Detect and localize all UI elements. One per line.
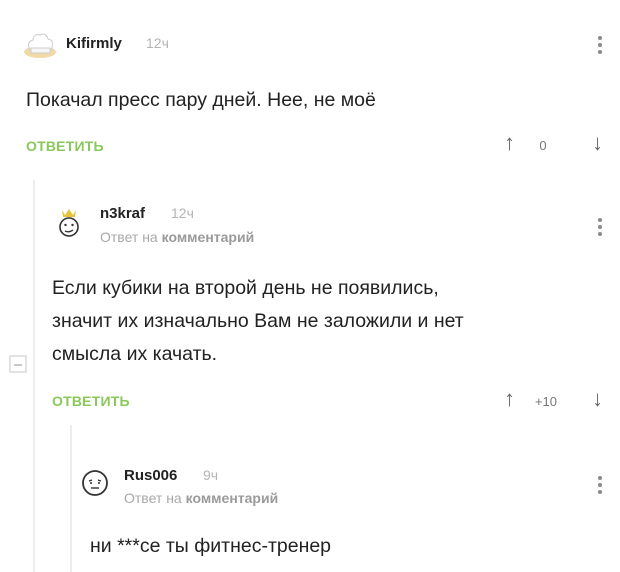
downvote-arrow-icon[interactable]: ↓ bbox=[592, 388, 603, 410]
comment-text: Покачал пресс пару дней. Нее, не моё bbox=[26, 89, 376, 111]
thread-line-nested bbox=[70, 425, 72, 572]
comment-username[interactable]: Kifirmly bbox=[66, 35, 122, 52]
reply-to-prefix: Ответ на bbox=[100, 229, 158, 245]
comment-username[interactable]: Rus006 bbox=[124, 467, 177, 484]
comment-text-line: смысла их качать. bbox=[52, 343, 218, 365]
reply-to-prefix: Ответ на bbox=[124, 490, 182, 506]
upvote-arrow-icon[interactable]: ↑ bbox=[504, 388, 515, 410]
reply-button[interactable]: ОТВЕТИТЬ bbox=[26, 138, 104, 154]
comment-username[interactable]: n3kraf bbox=[100, 205, 145, 222]
collapse-thread-button[interactable] bbox=[9, 355, 27, 373]
cartoon-face-icon bbox=[59, 209, 79, 237]
comment-time: 9ч bbox=[203, 467, 219, 483]
comment-time: 12ч bbox=[146, 35, 169, 51]
reply-to-link[interactable]: комментарий bbox=[162, 229, 255, 245]
reply-to-line: Ответ на комментарий bbox=[124, 490, 278, 506]
comment-time: 12ч bbox=[171, 205, 194, 221]
comment-text: ни ***се ты фитнес-тренер bbox=[90, 535, 332, 557]
reply-to-line: Ответ на комментарий bbox=[100, 229, 254, 245]
thread-line bbox=[33, 180, 35, 572]
upvote-arrow-icon[interactable]: ↑ bbox=[504, 132, 515, 154]
comment-rating: +10 bbox=[534, 394, 558, 409]
comment-menu-button[interactable] bbox=[598, 476, 602, 494]
chef-hat-icon bbox=[24, 33, 56, 58]
comment-menu-button[interactable] bbox=[598, 218, 602, 236]
downvote-arrow-icon[interactable]: ↓ bbox=[592, 132, 603, 154]
smiley-face-icon bbox=[82, 470, 108, 496]
comment-text: Если кубики на второй день не появились,… bbox=[52, 272, 464, 371]
comment-text-line: значит их изначально Вам не заложили и н… bbox=[52, 310, 464, 332]
reply-to-link[interactable]: комментарий bbox=[186, 490, 279, 506]
comment-text-line: Если кубики на второй день не появились, bbox=[52, 277, 439, 299]
reply-button[interactable]: ОТВЕТИТЬ bbox=[52, 393, 130, 409]
comment-menu-button[interactable] bbox=[598, 36, 602, 54]
comment-rating: 0 bbox=[539, 138, 547, 153]
